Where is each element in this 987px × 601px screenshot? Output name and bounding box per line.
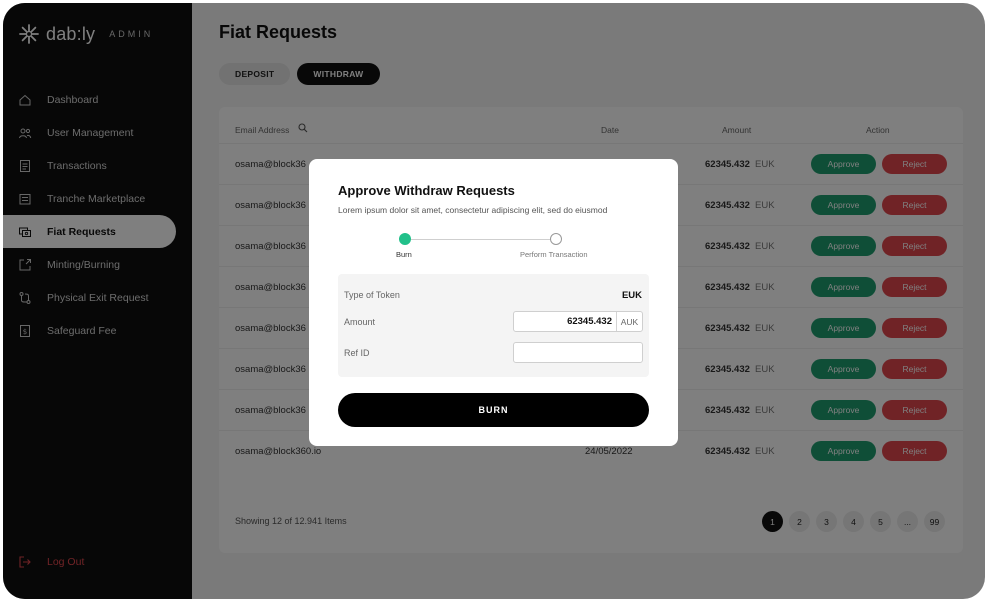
burn-button[interactable]: BURN: [338, 393, 649, 427]
amount-field[interactable]: 62345.432 AUK: [513, 311, 643, 332]
stepper: Burn Perform Transaction: [338, 230, 649, 260]
step-burn-label: Burn: [396, 250, 412, 259]
step-burn-dot: [399, 233, 411, 245]
amount-label: Amount: [344, 317, 376, 327]
token-type-label: Type of Token: [344, 290, 400, 300]
ref-id-field[interactable]: [513, 342, 643, 363]
modal-title: Approve Withdraw Requests: [338, 183, 515, 198]
token-type-value: EUK: [621, 290, 642, 301]
modal-subtitle: Lorem ipsum dolor sit amet, consectetur …: [338, 205, 608, 215]
amount-value: 62345.432: [567, 316, 612, 327]
stepper-line: [405, 239, 556, 240]
step-transaction-dot: [550, 233, 562, 245]
app-window: dab:ly ADMIN Dashboard User Management T…: [3, 3, 985, 599]
amount-unit: AUK: [616, 312, 642, 331]
ref-id-label: Ref ID: [344, 348, 370, 358]
approve-withdraw-modal: Approve Withdraw Requests Lorem ipsum do…: [309, 159, 678, 446]
step-transaction-label: Perform Transaction: [520, 250, 588, 259]
withdraw-form: Type of Token EUK Amount 62345.432 AUK R…: [338, 274, 649, 377]
